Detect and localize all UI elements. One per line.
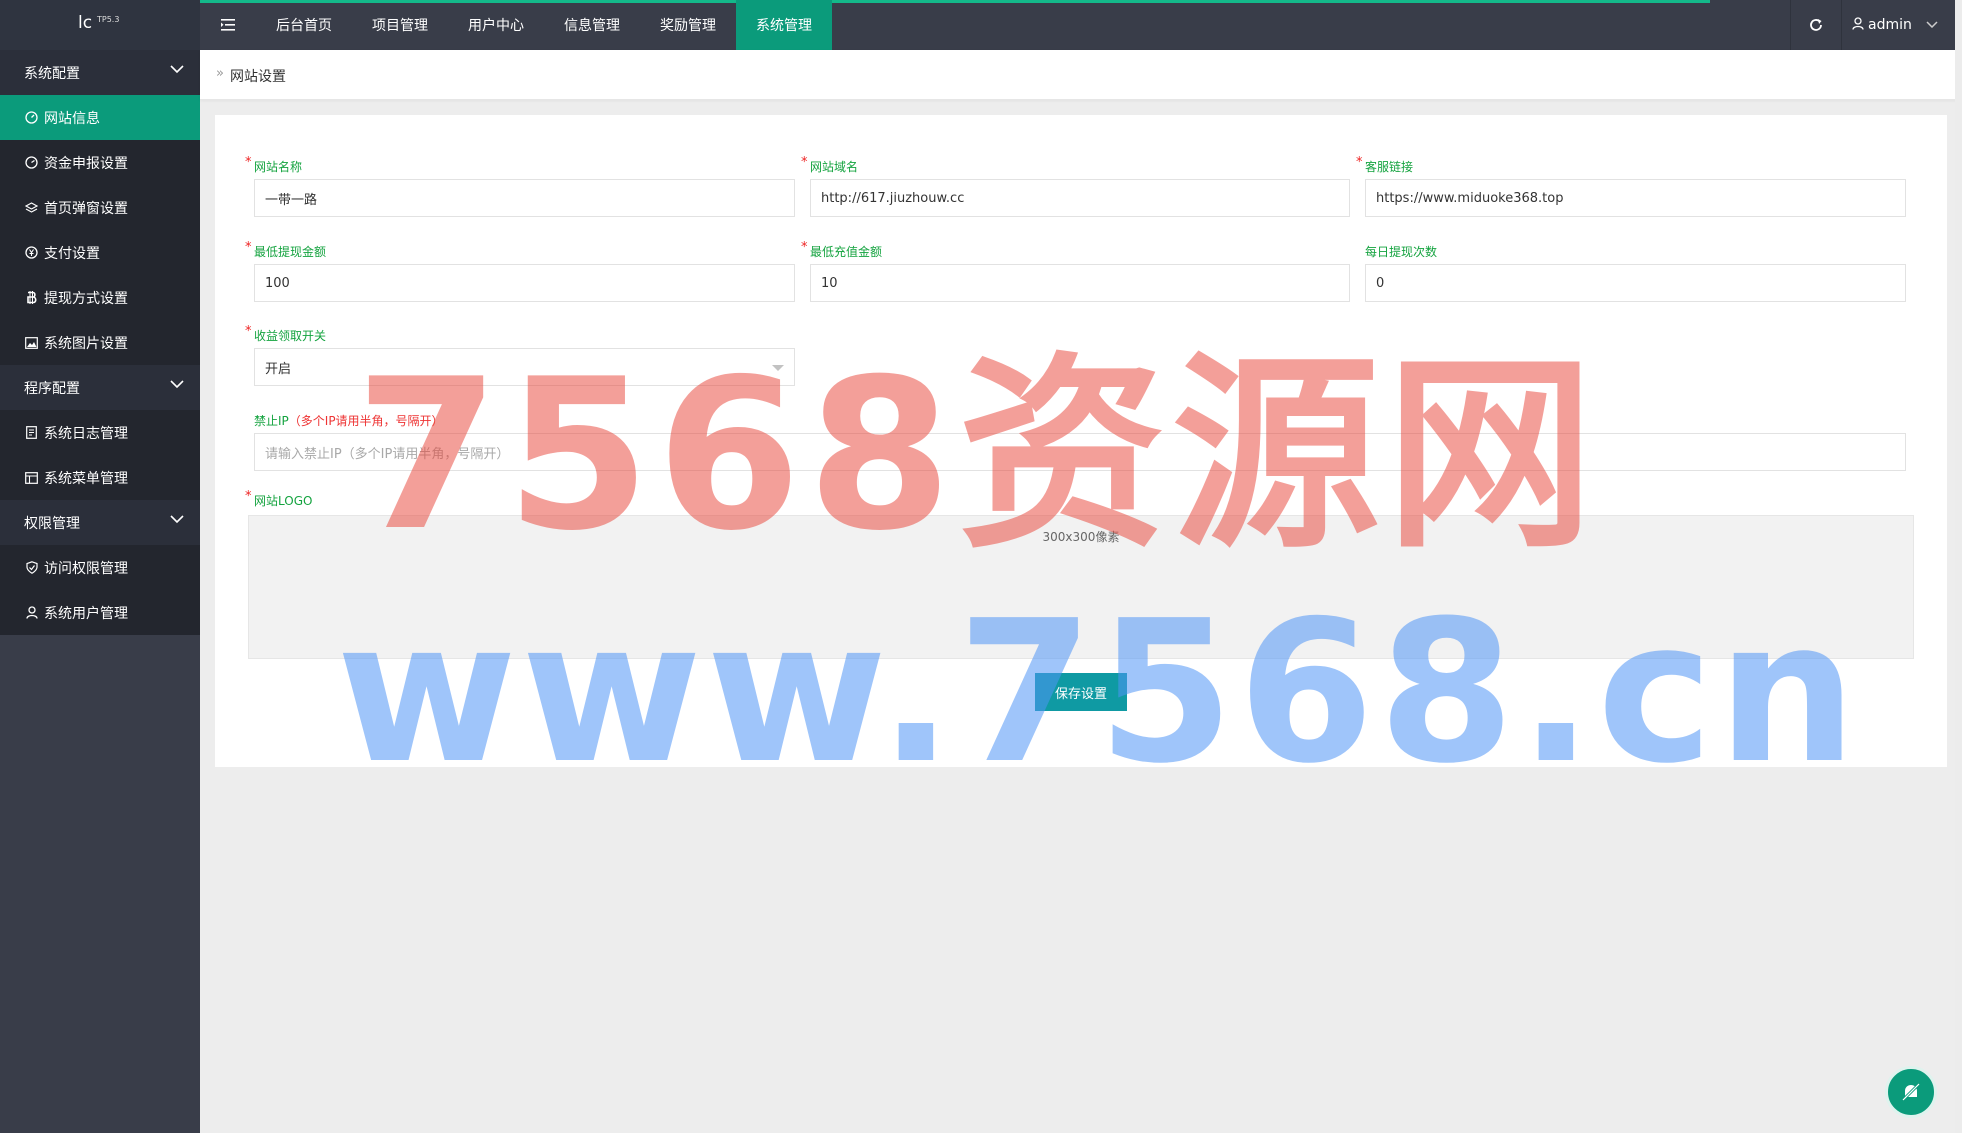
sidebar: 系统配置 网站信息 资金申报设置 首页弹窗设置 支付设置 提现方式设置 系统图片… (0, 50, 200, 1133)
topnav-info[interactable]: 信息管理 (544, 0, 640, 50)
gauge-icon (24, 155, 39, 170)
sidebar-item-label: 提现方式设置 (44, 290, 128, 307)
income-switch-label: 收益领取开关 (254, 329, 327, 343)
income-switch-value: 开启 (265, 361, 292, 377)
breadcrumb-arrow-icon: » (216, 66, 224, 81)
breadcrumb: » 网站设置 (200, 50, 1962, 100)
min-recharge-label: 最低充值金额 (810, 245, 883, 259)
sidebar-group-label: 权限管理 (24, 515, 80, 532)
sidebar-item-label: 资金申报设置 (44, 155, 128, 172)
site-domain-label: 网站域名 (810, 160, 859, 174)
sidebar-item-system-logs[interactable]: 系统日志管理 (0, 410, 200, 455)
bitcoin-icon (24, 290, 39, 305)
watermark-line-1: 7568资源网 (355, 335, 1600, 577)
hamburger-icon[interactable] (200, 0, 256, 50)
topnav-projects[interactable]: 项目管理 (352, 0, 448, 50)
sidebar-item-site-info[interactable]: 网站信息 (0, 95, 200, 140)
logo-version: TP5.3 (97, 15, 120, 24)
required-marker: * (245, 489, 252, 504)
floating-bell-off-icon[interactable] (1885, 1066, 1937, 1118)
daily-withdraw-times-label: 每日提现次数 (1365, 245, 1438, 259)
required-marker: * (801, 155, 808, 170)
site-name-input[interactable]: 一带一路 (254, 179, 795, 217)
sidebar-item-label: 系统菜单管理 (44, 470, 128, 487)
sidebar-item-label: 支付设置 (44, 245, 100, 262)
sidebar-item-label: 系统用户管理 (44, 605, 128, 622)
service-link-input[interactable]: https://www.miduoke368.top (1365, 179, 1906, 217)
dashboard-icon (24, 110, 39, 125)
user-icon (24, 605, 39, 620)
user-menu[interactable]: admin (1852, 0, 1938, 50)
chevron-down-icon (170, 380, 184, 389)
site-domain-input[interactable]: http://617.jiuzhouw.cc (810, 179, 1350, 217)
yen-icon (24, 245, 39, 260)
sidebar-item-label: 首页弹窗设置 (44, 200, 128, 217)
sidebar-item-home-popup[interactable]: 首页弹窗设置 (0, 185, 200, 230)
chevron-down-icon (170, 515, 184, 524)
sidebar-item-label: 网站信息 (44, 110, 100, 127)
required-marker: * (1356, 155, 1363, 170)
sidebar-item-label: 系统图片设置 (44, 335, 128, 352)
service-link-label: 客服链接 (1365, 160, 1414, 174)
username: admin (1868, 17, 1912, 33)
daily-withdraw-times-input[interactable]: 0 (1365, 264, 1906, 302)
sidebar-item-label: 系统日志管理 (44, 425, 128, 442)
sidebar-group-system-config[interactable]: 系统配置 (0, 50, 200, 95)
user-icon (1852, 16, 1864, 34)
sidebar-group-program-config[interactable]: 程序配置 (0, 365, 200, 410)
sidebar-item-system-menu[interactable]: 系统菜单管理 (0, 455, 200, 500)
topnav-rewards[interactable]: 奖励管理 (640, 0, 736, 50)
required-marker: * (801, 240, 808, 255)
app-logo[interactable]: lc TP5.3 (0, 0, 200, 50)
sidebar-item-system-images[interactable]: 系统图片设置 (0, 320, 200, 365)
logo-text: lc (78, 13, 93, 33)
top-navigation: 后台首页 项目管理 用户中心 信息管理 奖励管理 系统管理 (256, 0, 832, 50)
log-icon (24, 425, 39, 440)
banned-ip-label-text: 禁止IP (254, 414, 289, 428)
required-marker: * (245, 155, 252, 170)
sidebar-item-system-users[interactable]: 系统用户管理 (0, 590, 200, 635)
topnav-system[interactable]: 系统管理 (736, 0, 832, 50)
min-recharge-input[interactable]: 10 (810, 264, 1350, 302)
caret-down-icon (1926, 20, 1938, 31)
top-bar: lc TP5.3 后台首页 项目管理 用户中心 信息管理 奖励管理 系统管理 a… (0, 0, 1962, 50)
refresh-icon[interactable] (1790, 0, 1842, 50)
sidebar-group-permissions[interactable]: 权限管理 (0, 500, 200, 545)
site-name-label: 网站名称 (254, 160, 303, 174)
watermark-line-2: www.7568.cn (336, 579, 1861, 807)
image-icon (24, 335, 39, 350)
sidebar-item-fund-declaration[interactable]: 资金申报设置 (0, 140, 200, 185)
sidebar-item-withdraw-method[interactable]: 提现方式设置 (0, 275, 200, 320)
menu-table-icon (24, 470, 39, 485)
required-marker: * (245, 240, 252, 255)
chevron-up-icon (170, 65, 184, 74)
layers-icon (24, 200, 39, 215)
topnav-users[interactable]: 用户中心 (448, 0, 544, 50)
min-withdraw-input[interactable]: 100 (254, 264, 795, 302)
sidebar-group-label: 程序配置 (24, 380, 80, 397)
sidebar-item-access-permissions[interactable]: 访问权限管理 (0, 545, 200, 590)
sidebar-group-label: 系统配置 (24, 65, 80, 82)
sidebar-item-label: 访问权限管理 (44, 560, 128, 577)
page-scrollbar[interactable] (1955, 0, 1962, 1133)
required-marker: * (245, 324, 252, 339)
breadcrumb-current: 网站设置 (230, 69, 286, 85)
site-logo-label: 网站LOGO (254, 494, 313, 508)
topnav-home[interactable]: 后台首页 (256, 0, 352, 50)
min-withdraw-label: 最低提现金额 (254, 245, 327, 259)
shield-icon (24, 560, 39, 575)
sidebar-item-payment[interactable]: 支付设置 (0, 230, 200, 275)
